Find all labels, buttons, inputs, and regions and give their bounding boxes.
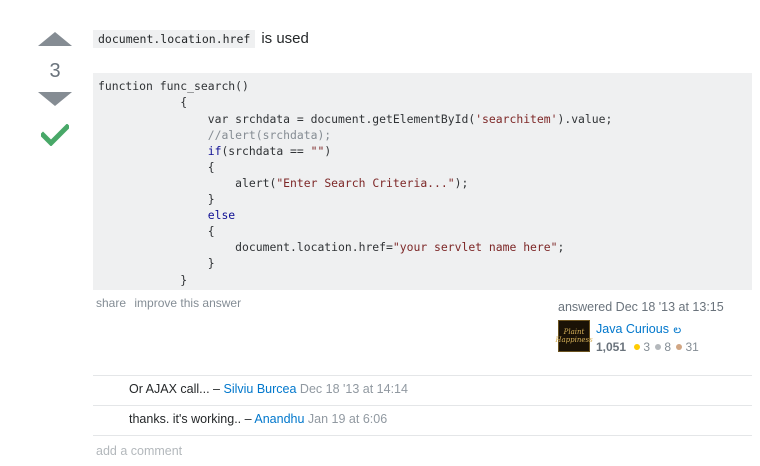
bronze-badge-count: 31 [685,340,699,354]
comment-date[interactable]: Jan 19 at 6:06 [308,412,387,426]
code-line: { [98,223,747,239]
code-token: "Enter Search Criteria..." [276,175,455,190]
code-line: else [98,207,747,223]
code-token: alert( [98,175,277,190]
code-token: function func_search() [98,79,249,94]
code-token: ; [557,240,565,255]
code-token: "" [310,143,325,158]
code-token: } [98,192,215,207]
code-line: var srchdata = document.getElementById('… [98,111,747,127]
user-info: answered Dec 18 '13 at 13:15 Plaint Happ… [555,300,748,355]
comment: Or AJAX call... – Silviu Burcea Dec 18 '… [93,375,752,405]
vote-count: 3 [49,60,61,82]
accepted-checkmark-icon [41,124,69,146]
comment-text: thanks. it's working.. – [129,412,255,426]
code-token: "your servlet name here" [392,240,558,255]
code-token: (srchdata == [221,143,311,158]
comment-user-link[interactable]: Silviu Burcea [223,382,296,396]
code-token: 'searchitem' [475,111,558,126]
code-token: ); [454,175,469,190]
gold-badge-icon [634,344,641,350]
improve-answer-link[interactable]: improve this answer [134,296,241,310]
gold-badge-count: 3 [643,340,651,354]
code-token: } [98,272,188,287]
vote-up-icon[interactable] [38,32,72,46]
avatar[interactable]: Plaint Happiness [555,320,593,352]
code-token: { [98,159,215,174]
code-line: { [98,159,747,175]
user-name-link[interactable]: Java Curious [596,322,669,336]
code-line: { [98,94,747,110]
code-token: //alert(srchdata); [98,127,332,142]
code-block: function func_search() { var srchdata = … [93,73,752,291]
user-name-glyph: ల [673,324,682,336]
code-token: if [207,143,222,158]
code-token: ).value; [557,111,613,126]
code-token: { [98,224,215,239]
answer-intro: document.location.href is used [93,30,309,48]
comment-text: Or AJAX call... – [129,382,224,396]
comment: thanks. it's working.. – Anandhu Jan 19 … [93,405,752,435]
code-token: ) [324,143,332,158]
add-comment-link[interactable]: add a comment [96,444,182,458]
code-line: //alert(srchdata); [98,127,747,143]
intro-text: is used [261,30,309,47]
code-token: } [98,256,215,271]
code-line: document.location.href="your servlet nam… [98,239,747,255]
code-line: } [98,191,747,207]
code-line: } [98,272,747,288]
code-line: if(srchdata == "") [98,143,747,159]
code-line: alert("Enter Search Criteria..."); [98,175,747,191]
reputation-line: 1,051 3 8 31 [596,339,699,355]
bronze-badge-icon [676,344,683,350]
share-link[interactable]: share [96,296,126,310]
code-token: document.location.href= [98,240,393,255]
user-action-time: answered Dec 18 '13 at 13:15 [558,300,724,314]
silver-badge-count: 8 [664,340,672,354]
code-line: } [98,255,747,271]
vote-down-icon[interactable] [38,92,72,106]
comment-user-link[interactable]: Anandhu [254,412,304,426]
code-token: var srchdata = document.getElementById( [98,111,476,126]
code-line: function func_search() [98,78,747,94]
code-token: else [207,208,236,223]
vote-cell: 3 [36,32,74,146]
inline-code: document.location.href [93,30,256,48]
comments-divider [93,435,752,436]
code-token: { [98,95,188,110]
silver-badge-icon [655,344,662,350]
post-menu: share improve this answer [96,296,246,310]
comment-date[interactable]: Dec 18 '13 at 14:14 [300,382,408,396]
comments-list: Or AJAX call... – Silviu Burcea Dec 18 '… [93,375,752,436]
reputation-score: 1,051 [596,340,627,354]
